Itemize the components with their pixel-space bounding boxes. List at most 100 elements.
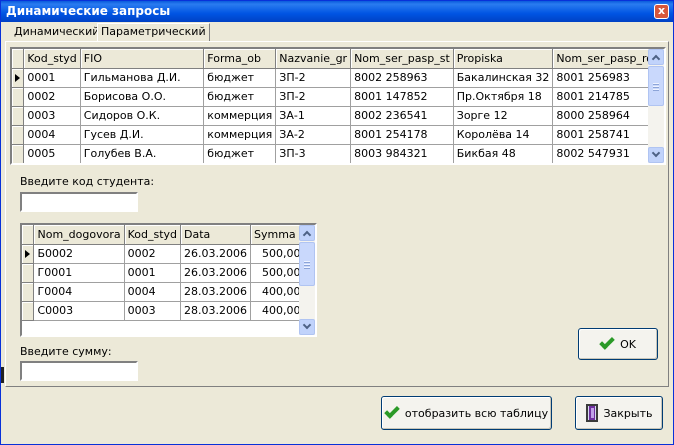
row-indicator[interactable] — [22, 244, 35, 264]
table-cell[interactable]: ЗП-2 — [275, 68, 352, 88]
table-cell[interactable]: 0002 — [23, 87, 81, 107]
table-cell[interactable]: 8002 258963 — [350, 68, 454, 88]
scroll-up-button[interactable] — [648, 49, 664, 65]
close-button-label: Закрыть — [603, 406, 653, 420]
table-cell[interactable]: Королёва 14 — [453, 125, 554, 145]
tab-dynamic[interactable]: Динамический — [11, 25, 99, 41]
table-row[interactable]: Г0004 0004 28.03.2006 400,00р. — [22, 282, 315, 302]
table-cell[interactable]: С0003 — [33, 301, 125, 321]
table-cell[interactable]: коммерция — [203, 106, 277, 126]
table-cell[interactable]: Г0004 — [33, 282, 125, 302]
table-cell[interactable]: 0005 — [23, 144, 81, 163]
table-cell[interactable]: Бикбая 48 — [453, 144, 554, 163]
table-cell[interactable]: 8001 147852 — [350, 87, 454, 107]
table-cell[interactable]: 0003 — [124, 301, 182, 321]
row-indicator[interactable] — [12, 144, 25, 163]
table-row[interactable]: 0002 Борисова О.О. бюджет ЗП-2 8001 147852 Пр… — [12, 87, 664, 107]
table-cell[interactable]: 0002 — [124, 244, 182, 264]
checkmark-icon — [384, 403, 400, 419]
table-cell[interactable]: 28.03.2006 — [180, 301, 251, 321]
table-row[interactable]: Б0002 0002 26.03.2006 500,00р. — [22, 244, 315, 264]
table-cell[interactable]: 0001 — [124, 263, 182, 283]
table-cell[interactable]: бюджет — [203, 144, 277, 163]
table-cell[interactable]: 0004 — [23, 125, 81, 145]
contracts-scrollbar[interactable] — [299, 225, 315, 335]
contracts-grid[interactable]: Nom_dogovora Kod_styd Data Symma Б0002 0002 2… — [20, 223, 317, 337]
chevron-up-icon — [651, 54, 661, 64]
chevron-down-icon — [302, 320, 312, 330]
table-cell[interactable]: 8001 258741 — [552, 125, 664, 145]
scroll-thumb[interactable] — [299, 242, 315, 286]
students-header-row: Kod_styd FIO Forma_ob Nazvanie_gr Nom_ser_pa… — [12, 49, 664, 69]
column-header[interactable]: FIO — [80, 49, 205, 69]
table-row[interactable]: Г0001 0001 26.03.2006 500,00р. — [22, 263, 315, 283]
table-cell[interactable]: 28.03.2006 — [180, 282, 251, 302]
ok-button[interactable]: OK — [578, 328, 658, 360]
column-header[interactable]: Forma_ob — [203, 49, 277, 69]
table-cell[interactable]: 8001 214785 — [552, 87, 664, 107]
row-indicator[interactable] — [22, 282, 35, 302]
column-header[interactable]: Kod_styd — [124, 225, 182, 245]
table-cell[interactable]: коммерция — [203, 125, 277, 145]
table-cell[interactable]: ЗА-2 — [275, 125, 352, 145]
scroll-down-button[interactable] — [299, 319, 315, 335]
table-cell[interactable]: Гусев Д.И. — [80, 125, 205, 145]
students-body: 0001 Гильманова Д.И. бюджет ЗП-2 8002 258963… — [12, 68, 664, 163]
table-cell[interactable]: бюджет — [203, 87, 277, 107]
table-cell[interactable]: Зорге 12 — [453, 106, 554, 126]
column-header[interactable]: Nazvanie_gr — [275, 49, 352, 69]
row-indicator[interactable] — [12, 125, 25, 145]
column-header[interactable]: Nom_ser_pasp_st — [350, 49, 454, 69]
scroll-up-button[interactable] — [299, 225, 315, 241]
table-cell[interactable]: Бакалинская 32 — [453, 68, 554, 88]
table-cell[interactable]: 0003 — [23, 106, 81, 126]
table-cell[interactable]: 8000 258964 — [552, 106, 664, 126]
table-cell[interactable]: ЗА-1 — [275, 106, 352, 126]
table-cell[interactable]: Гильманова Д.И. — [80, 68, 205, 88]
table-row[interactable]: 0001 Гильманова Д.И. бюджет ЗП-2 8002 258963… — [12, 68, 664, 88]
close-window-button[interactable]: x — [654, 4, 669, 19]
table-cell[interactable]: 26.03.2006 — [180, 244, 251, 264]
table-cell[interactable]: ЗП-2 — [275, 87, 352, 107]
table-cell[interactable]: 8002 236541 — [350, 106, 454, 126]
students-grid[interactable]: Kod_styd FIO Forma_ob Nazvanie_gr Nom_ser_pa… — [10, 47, 666, 165]
column-header[interactable]: Nom_ser_pasp_rod — [552, 49, 664, 69]
table-cell[interactable]: 0001 — [23, 68, 81, 88]
table-cell[interactable]: Б0002 — [33, 244, 125, 264]
show-all-button[interactable]: отобразить всю таблицу — [381, 396, 552, 430]
tab-parametric[interactable]: Параметрический — [97, 23, 210, 42]
table-cell[interactable]: Борисова О.О. — [80, 87, 205, 107]
close-button[interactable]: Закрыть — [575, 396, 663, 430]
grip-icon — [304, 264, 310, 265]
student-code-input[interactable] — [20, 192, 138, 212]
table-cell[interactable]: бюджет — [203, 68, 277, 88]
column-header[interactable]: Kod_styd — [23, 49, 81, 69]
table-cell[interactable]: 8002 547931 — [552, 144, 664, 163]
row-indicator[interactable] — [12, 87, 25, 107]
column-header[interactable]: Nom_dogovora — [33, 225, 125, 245]
scroll-thumb[interactable] — [648, 66, 664, 106]
table-cell[interactable]: Пр.Октября 18 — [453, 87, 554, 107]
table-row[interactable]: С0003 0003 28.03.2006 400,00р. — [22, 301, 315, 321]
row-indicator[interactable] — [12, 106, 25, 126]
row-indicator[interactable] — [22, 263, 35, 283]
row-indicator[interactable] — [12, 68, 25, 88]
table-cell[interactable]: Голубев В.А. — [80, 144, 205, 163]
table-cell[interactable]: 26.03.2006 — [180, 263, 251, 283]
table-row[interactable]: 0003 Сидоров О.К. коммерция ЗА-1 8002 236541… — [12, 106, 664, 126]
table-cell[interactable]: Сидоров О.К. — [80, 106, 205, 126]
table-cell[interactable]: Г0001 — [33, 263, 125, 283]
students-scrollbar[interactable] — [648, 49, 664, 163]
row-indicator[interactable] — [22, 301, 35, 321]
column-header[interactable]: Propiska — [453, 49, 554, 69]
table-cell[interactable]: 8001 256983 — [552, 68, 664, 88]
scroll-down-button[interactable] — [648, 147, 664, 163]
table-row[interactable]: 0004 Гусев Д.И. коммерция ЗА-2 8001 254178 Ко… — [12, 125, 664, 145]
table-cell[interactable]: 0004 — [124, 282, 182, 302]
table-cell[interactable]: 8001 254178 — [350, 125, 454, 145]
column-header[interactable]: Data — [180, 225, 251, 245]
table-row[interactable]: 0005 Голубев В.А. бюджет ЗП-3 8003 984321 Бик… — [12, 144, 664, 163]
sum-input[interactable] — [20, 361, 138, 381]
table-cell[interactable]: ЗП-3 — [275, 144, 352, 163]
table-cell[interactable]: 8003 984321 — [350, 144, 454, 163]
